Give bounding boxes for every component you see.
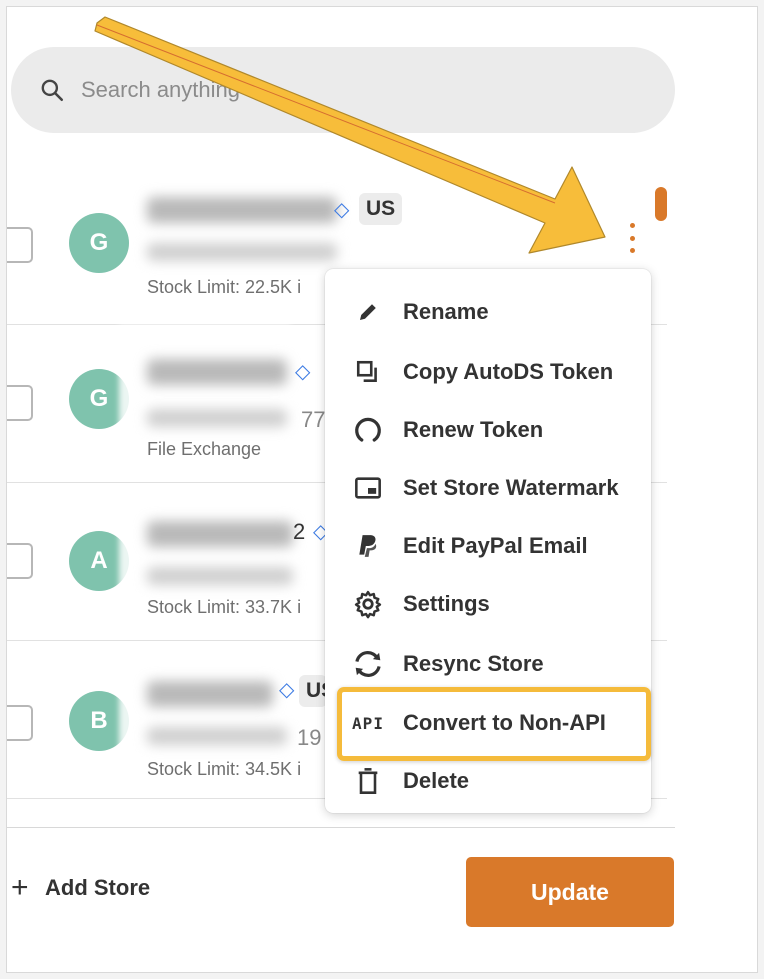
annotation-arrow bbox=[94, 16, 606, 254]
stores-panel: G ◇ US Stock Limit: 22.5K i G ◇ 77 File … bbox=[6, 6, 758, 973]
